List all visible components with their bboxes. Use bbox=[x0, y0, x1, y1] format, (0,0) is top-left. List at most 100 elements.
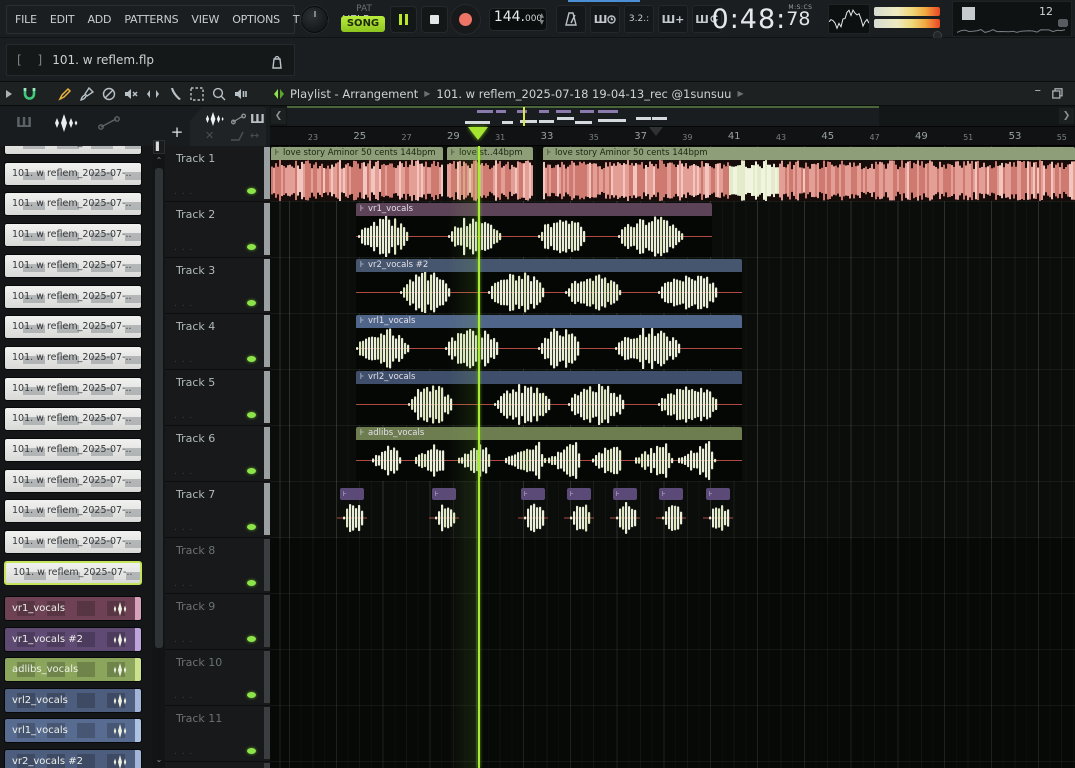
clip-header[interactable]: ⊦ adlibs_vocals bbox=[356, 427, 742, 440]
track-header[interactable]: Track 1 . . . bbox=[165, 146, 271, 202]
pause-button[interactable] bbox=[390, 6, 417, 33]
clip-vrl2-vocals[interactable]: ⊦ vrl2_vocals bbox=[356, 371, 742, 425]
clip-love-story-aminor-50-cents-144bpm[interactable]: ⊦ love story Aminor 50 cents 144bpm bbox=[271, 147, 443, 201]
picker-scrollbar[interactable]: ▌ ⌃ ⌄ bbox=[153, 140, 165, 768]
playlist-grid[interactable]: ⊦love story Aminor 50 cents 144bpm ⊦love … bbox=[270, 146, 1075, 768]
stretch-icon[interactable]: ↔ bbox=[250, 129, 259, 142]
track-enable-led[interactable] bbox=[247, 300, 256, 306]
mini-clip[interactable]: ⊦ bbox=[521, 488, 545, 500]
picker-resize-grip[interactable]: ▌ bbox=[153, 140, 165, 154]
select-tool-icon[interactable] bbox=[186, 84, 208, 104]
picker-audio-item[interactable]: 101. w reflem_2025-07-.. bbox=[4, 468, 142, 493]
scroll-down-icon[interactable]: ⌄ bbox=[153, 755, 165, 764]
nav-right-arrow[interactable]: ❯ bbox=[1059, 108, 1074, 124]
track-enable-led[interactable] bbox=[247, 412, 256, 418]
track-header[interactable]: Track 11 . . . bbox=[165, 706, 271, 762]
playlist-titlebar[interactable]: Playlist - Arrangement ▶ 101. w reflem_2… bbox=[0, 82, 1075, 106]
metronome-button[interactable] bbox=[556, 5, 586, 33]
clip-love-story-aminor-50-cents-144bpm[interactable]: ⊦ love story Aminor 50 cents 144bpm bbox=[543, 147, 1075, 201]
picker-audio-item[interactable]: 101. w reflem_2025-07-.. bbox=[4, 315, 142, 340]
clip-header[interactable]: ⊦ love story Aminor 50 cents 144bpm bbox=[543, 147, 1075, 160]
track-enable-led[interactable] bbox=[247, 580, 256, 586]
restore-button[interactable] bbox=[1052, 88, 1063, 99]
picker-audio-item[interactable]: 101. w reflem_2025-07-.. bbox=[4, 284, 142, 309]
tempo-spinner[interactable]: ▲ ▼ bbox=[539, 12, 544, 26]
timeline-ruler[interactable]: 23 25 27 29 31 33 35 37 39 41 43 45 47 49 51 53 55 bbox=[270, 127, 1075, 146]
picker-vocal-item[interactable]: vr1_vocals #2 bbox=[4, 626, 142, 652]
pattern-clip-icon[interactable]: Ш bbox=[250, 112, 265, 126]
playlist-navigator[interactable]: ❮ ❯ bbox=[270, 106, 1075, 127]
picker-vocal-item[interactable]: vr1_vocals bbox=[4, 596, 142, 621]
playhead-marker[interactable] bbox=[468, 127, 488, 140]
grid-track-lane[interactable] bbox=[270, 706, 1075, 762]
wait-for-input-button[interactable]: Ш bbox=[590, 5, 620, 33]
tab-patterns-icon[interactable]: Ш bbox=[16, 116, 32, 131]
song-mode-badge[interactable]: SONG bbox=[341, 16, 385, 32]
mini-clip[interactable]: ⊦ bbox=[659, 488, 683, 500]
mute-tool-icon[interactable] bbox=[120, 84, 142, 104]
arrangement-picker-icon[interactable] bbox=[268, 84, 290, 104]
track-header[interactable]: Track 7 . . . bbox=[165, 482, 271, 538]
audio-clip-icon[interactable] bbox=[204, 112, 224, 126]
trash-icon[interactable] bbox=[270, 54, 284, 70]
grid-track-lane[interactable] bbox=[270, 762, 1075, 768]
tab-automation-icon[interactable] bbox=[98, 116, 120, 130]
picker-audio-item[interactable]: 101. w reflem_2025-07-.. bbox=[4, 161, 142, 186]
playback-tool-icon[interactable] bbox=[230, 84, 252, 104]
clip-header[interactable]: ⊦ vr1_vocals bbox=[356, 203, 712, 216]
clip-vrl1-vocals[interactable]: ⊦ vrl1_vocals bbox=[356, 315, 742, 369]
clip-header[interactable]: ⊦ love story Aminor 50 cents 144bpm bbox=[271, 147, 443, 160]
record-button[interactable] bbox=[450, 4, 481, 35]
track-header[interactable]: Track 10 . . . bbox=[165, 650, 271, 706]
cpu-panel[interactable]: 12 bbox=[952, 1, 1072, 37]
blend-recording-button[interactable]: Ш+ bbox=[658, 5, 688, 33]
oscilloscope[interactable] bbox=[828, 4, 870, 34]
slip-tool-icon[interactable] bbox=[142, 84, 164, 104]
ramp-icon[interactable] bbox=[230, 131, 244, 141]
breadcrumb-arrangement[interactable]: 101. w reflem_2025-07-18 19-04-13_rec @1… bbox=[436, 87, 731, 101]
time-display[interactable]: 0:48: 78 M:S:CS bbox=[697, 2, 825, 36]
picker-audio-item[interactable]: 101. w reflem_2025-07-.. bbox=[4, 407, 142, 432]
clip-adlibs-vocals[interactable]: ⊦ adlibs_vocals bbox=[356, 427, 742, 481]
zoom-tool-icon[interactable] bbox=[208, 84, 230, 104]
stop-button[interactable] bbox=[421, 6, 448, 33]
track-header[interactable]: Track 4 . . . bbox=[165, 314, 271, 370]
grid-track-lane[interactable] bbox=[270, 594, 1075, 650]
track-enable-led[interactable] bbox=[247, 468, 256, 474]
tab-audio-icon[interactable] bbox=[52, 114, 78, 132]
clip-header[interactable]: ⊦ vrl2_vocals bbox=[356, 371, 742, 384]
track-header[interactable]: Track 3 . . . bbox=[165, 258, 271, 314]
mini-clip[interactable]: ⊦ bbox=[706, 488, 730, 500]
picker-audio-item[interactable]: 101. w reflem_2025-07-.. bbox=[4, 146, 142, 155]
track-enable-led[interactable] bbox=[247, 524, 256, 530]
track-header[interactable]: Track 5 . . . bbox=[165, 370, 271, 426]
scroll-up-icon[interactable]: ⌃ bbox=[153, 156, 165, 165]
countdown-button[interactable]: 3.2.: bbox=[624, 5, 654, 33]
picker-audio-item[interactable]: 101. w reflem_2025-07-.. bbox=[4, 499, 142, 524]
picker-audio-item[interactable]: 101. w reflem_2025-07-.. bbox=[4, 560, 142, 585]
menu-options[interactable]: OPTIONS bbox=[232, 13, 280, 26]
picker-audio-item[interactable]: 101. w reflem_2025-07-.. bbox=[4, 345, 142, 370]
track-enable-led[interactable] bbox=[247, 356, 256, 362]
menu-patterns[interactable]: PATTERNS bbox=[124, 13, 178, 26]
track-header[interactable]: Track 2 . . . bbox=[165, 202, 271, 258]
mini-clip[interactable]: ⊦ bbox=[340, 488, 364, 500]
scrollbar-thumb[interactable] bbox=[155, 168, 163, 648]
track-enable-led[interactable] bbox=[247, 636, 256, 642]
tempo-display[interactable]: 144. 000 ▲ ▼ bbox=[489, 8, 547, 31]
picker-audio-item[interactable]: 101. w reflem_2025-07-.. bbox=[4, 438, 142, 462]
clip-vr2-vocals-2[interactable]: ⊦ vr2_vocals #2 bbox=[356, 259, 742, 313]
picker-audio-item[interactable]: 101. w reflem_2025-07-.. bbox=[4, 530, 142, 555]
paint-tool-icon[interactable] bbox=[76, 84, 98, 104]
clip-header[interactable]: ⊦ vr2_vocals #2 bbox=[356, 259, 742, 272]
picker-vocal-item[interactable]: vrl1_vocals bbox=[4, 718, 142, 744]
track-header[interactable]: Track 6 . . . bbox=[165, 426, 271, 482]
nav-left-arrow[interactable]: ❮ bbox=[271, 108, 286, 124]
minimize-button[interactable]: – bbox=[1035, 83, 1042, 98]
mini-clip[interactable]: ⊦ bbox=[567, 488, 591, 500]
track-enable-led[interactable] bbox=[247, 748, 256, 754]
slice-tool-icon[interactable] bbox=[164, 84, 186, 104]
grid-track-lane[interactable] bbox=[270, 538, 1075, 594]
picker-audio-item[interactable]: 101. w reflem_2025-07-.. bbox=[4, 376, 142, 401]
grid-track-lane[interactable] bbox=[270, 650, 1075, 706]
